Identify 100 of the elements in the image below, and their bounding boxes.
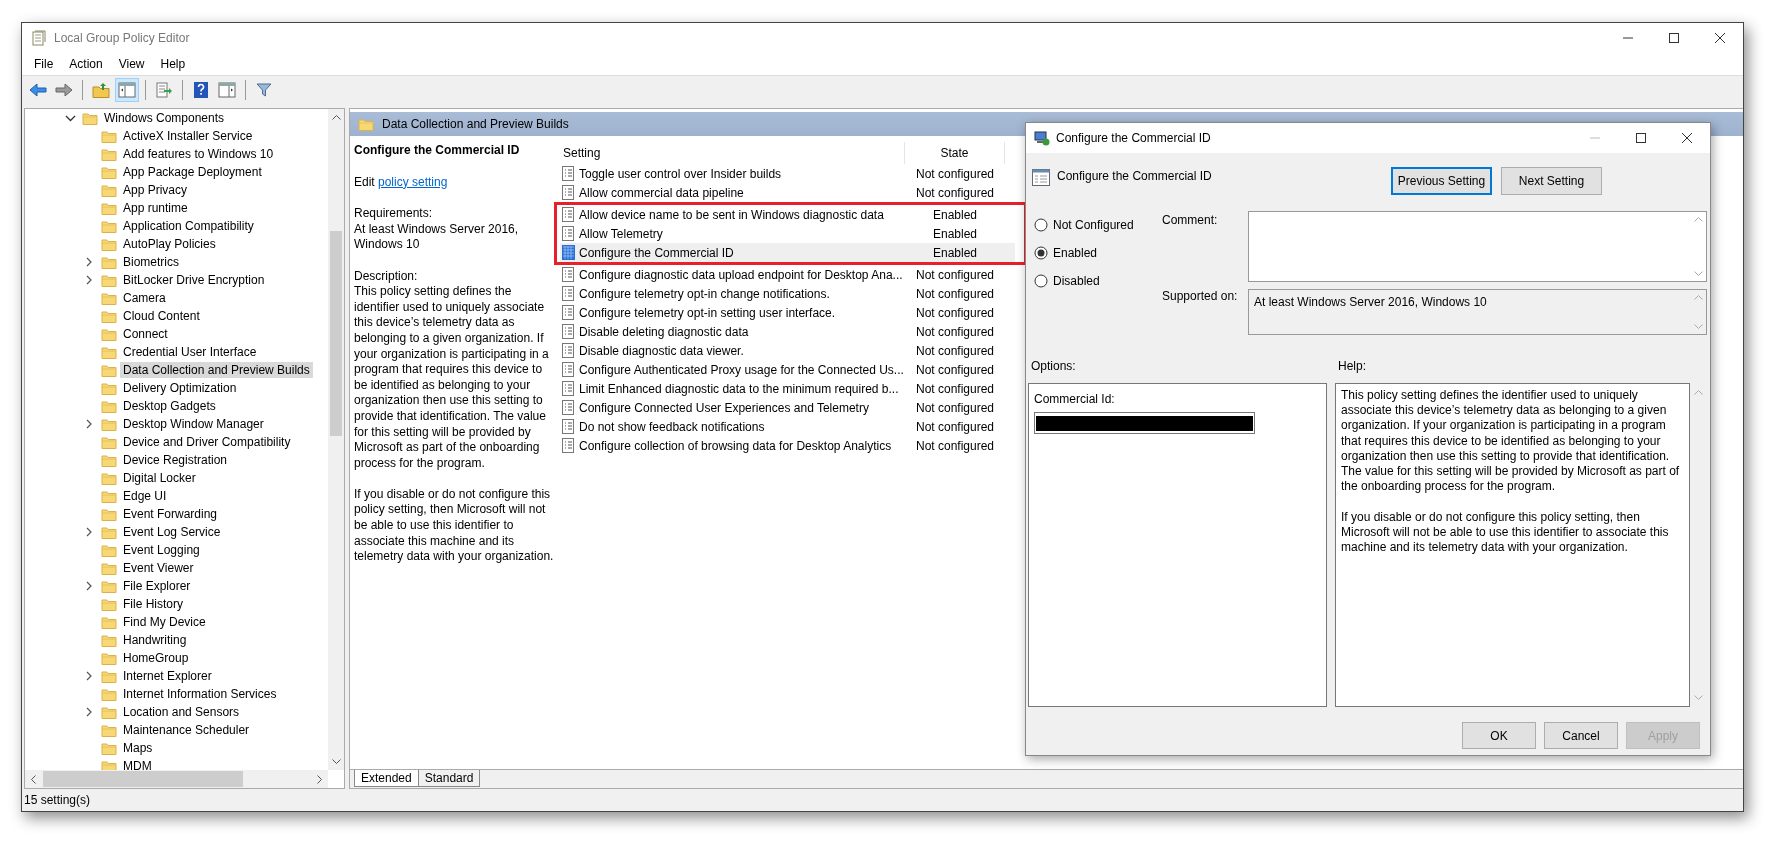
folder-icon — [101, 182, 117, 198]
folder-icon — [101, 506, 117, 522]
tree-item[interactable]: Internet Explorer — [120, 668, 215, 684]
folder-icon — [101, 722, 117, 738]
comment-field[interactable] — [1248, 211, 1707, 282]
window-title: Local Group Policy Editor — [54, 31, 191, 45]
tree-item[interactable]: Cloud Content — [120, 308, 203, 324]
tree-item[interactable]: Windows Components — [101, 110, 228, 126]
tree-item[interactable]: Find My Device — [120, 614, 209, 630]
setting-state: Not configured — [914, 305, 995, 320]
setting-row[interactable]: Allow commercial data pipeline Not configured — [560, 183, 1015, 202]
tree-item[interactable]: Add features to Windows 10 — [120, 146, 277, 162]
tree-item[interactable]: ActiveX Installer Service — [120, 128, 256, 144]
setting-row[interactable]: Allow device name to be sent in Windows diagnostic data Enabled — [560, 205, 1015, 224]
toolbar-button[interactable] — [115, 78, 139, 102]
tree-item[interactable]: Event Viewer — [120, 560, 197, 576]
menu-item[interactable]: Action — [61, 55, 111, 73]
folder-icon — [101, 380, 117, 396]
tree-item[interactable]: Desktop Gadgets — [120, 398, 219, 414]
setting-row[interactable]: Configure Authenticated Proxy usage for the Connected Us... Not configured — [560, 360, 1015, 379]
dialog-button[interactable]: OK — [1462, 722, 1536, 749]
horizontal-scrollbar[interactable] — [25, 770, 328, 788]
tree-item[interactable]: Camera — [120, 290, 169, 306]
help-icon — [193, 81, 209, 99]
setting-state: Not configured — [914, 438, 995, 453]
setting-row[interactable]: Configure diagnostic data upload endpoint for Desktop Ana... Not configured — [560, 265, 1015, 284]
setting-row[interactable]: Configure Connected User Experiences and Telemetry Not configured — [560, 398, 1015, 417]
policy-setting-link[interactable]: policy setting — [378, 174, 448, 189]
setting-name: Disable diagnostic data viewer. — [579, 343, 745, 358]
tree-item[interactable]: AutoPlay Policies — [120, 236, 219, 252]
view-tab[interactable]: Extended — [354, 770, 419, 787]
tree-item[interactable]: Handwriting — [120, 632, 190, 648]
menu-item[interactable]: Help — [152, 55, 194, 73]
nav-button[interactable]: Next Setting — [1501, 167, 1602, 195]
tree-item[interactable]: BitLocker Drive Encryption — [120, 272, 268, 288]
tree-item[interactable]: MDM — [120, 758, 155, 770]
pane-toggle-icon — [218, 82, 236, 98]
description-label: Description: — [354, 268, 419, 285]
comment-label: Comment: — [1162, 213, 1218, 227]
tree-item[interactable]: Internet Information Services — [120, 686, 280, 702]
setting-row[interactable]: Disable diagnostic data viewer. Not configured — [560, 341, 1015, 360]
setting-name: Limit Enhanced diagnostic data to the minimum required b... — [579, 381, 900, 396]
tree-item[interactable]: Edge UI — [120, 488, 170, 504]
tree-item[interactable]: Device Registration — [120, 452, 231, 468]
tree-item[interactable]: Desktop Window Manager — [120, 416, 267, 432]
tree-item[interactable]: Application Compatibility — [120, 218, 257, 234]
setting-row[interactable]: Configure telemetry opt-in change notifications. Not configured — [560, 284, 1015, 303]
tree-item[interactable]: App runtime — [120, 200, 191, 216]
vertical-scrollbar[interactable] — [328, 109, 344, 770]
tree-item[interactable]: Event Forwarding — [120, 506, 221, 522]
tree-item[interactable]: Device and Driver Compatibility — [120, 434, 294, 450]
folder-icon — [101, 686, 117, 702]
setting-name: Configure Connected User Experiences and Telemetry — [579, 400, 870, 415]
tree-item[interactable]: Maps — [120, 740, 156, 756]
folder-icon — [101, 650, 117, 666]
radio-option[interactable]: Not Configured — [1034, 211, 1134, 239]
setting-row[interactable]: Disable deleting diagnostic data Not configured — [560, 322, 1015, 341]
column-header[interactable]: State — [905, 142, 1005, 164]
column-header[interactable]: Setting — [560, 142, 905, 164]
tree-item[interactable]: Event Log Service — [120, 524, 224, 540]
setting-name: Allow device name to be sent in Windows diagnostic data — [579, 207, 885, 222]
setting-state: Not configured — [914, 286, 995, 301]
menu-item[interactable]: View — [110, 55, 153, 73]
tree-item[interactable]: App Package Deployment — [120, 164, 265, 180]
folder-icon — [101, 128, 117, 144]
folder-icon — [101, 704, 117, 720]
policy-document-icon — [560, 343, 576, 358]
tree-item[interactable]: Biometrics — [120, 254, 182, 270]
tree-item[interactable]: File History — [120, 596, 186, 612]
setting-row[interactable]: Configure the Commercial ID Enabled — [560, 243, 1015, 262]
tree-item[interactable]: Digital Locker — [120, 470, 199, 486]
radio-option[interactable]: Disabled — [1034, 267, 1100, 295]
setting-row[interactable]: Allow Telemetry Enabled — [560, 224, 1015, 243]
radio-option[interactable]: Enabled — [1034, 239, 1098, 267]
tree-item[interactable]: Location and Sensors — [120, 704, 243, 720]
tree-item[interactable]: Delivery Optimization — [120, 380, 240, 396]
menu-item[interactable]: File — [26, 55, 62, 73]
nav-button[interactable]: Previous Setting — [1391, 167, 1492, 195]
tree-item[interactable]: Credential User Interface — [120, 344, 260, 360]
setting-state: Not configured — [914, 166, 995, 181]
setting-row[interactable]: Configure telemetry opt-in setting user interface. Not configured — [560, 303, 1015, 322]
view-tab[interactable]: Standard — [417, 770, 481, 787]
setting-row[interactable]: Configure collection of browsing data for Desktop Analytics Not configured — [560, 436, 1015, 455]
scrollbar-thumb[interactable] — [330, 231, 342, 436]
scrollbar-thumb[interactable] — [43, 771, 243, 787]
setting-row[interactable]: Toggle user control over Insider builds Not configured — [560, 164, 1015, 183]
tree-item[interactable]: Maintenance Scheduler — [120, 722, 253, 738]
folder-icon — [101, 326, 117, 342]
tree-item[interactable]: App Privacy — [120, 182, 191, 198]
tree-item[interactable]: File Explorer — [120, 578, 194, 594]
setting-row[interactable]: Limit Enhanced diagnostic data to the minimum required b... Not configured — [560, 379, 1015, 398]
setting-name: Toggle user control over Insider builds — [579, 166, 783, 181]
tree-item[interactable]: Event Logging — [120, 542, 203, 558]
tree-item[interactable]: HomeGroup — [120, 650, 192, 666]
tree-item[interactable]: Connect — [120, 326, 171, 342]
policy-document-icon — [560, 305, 576, 320]
setting-row[interactable]: Do not show feedback notifications Not configured — [560, 417, 1015, 436]
dialog-button[interactable]: Cancel — [1544, 722, 1618, 749]
tree-item[interactable]: Data Collection and Preview Builds — [120, 362, 313, 378]
policy-document-icon — [560, 419, 576, 434]
